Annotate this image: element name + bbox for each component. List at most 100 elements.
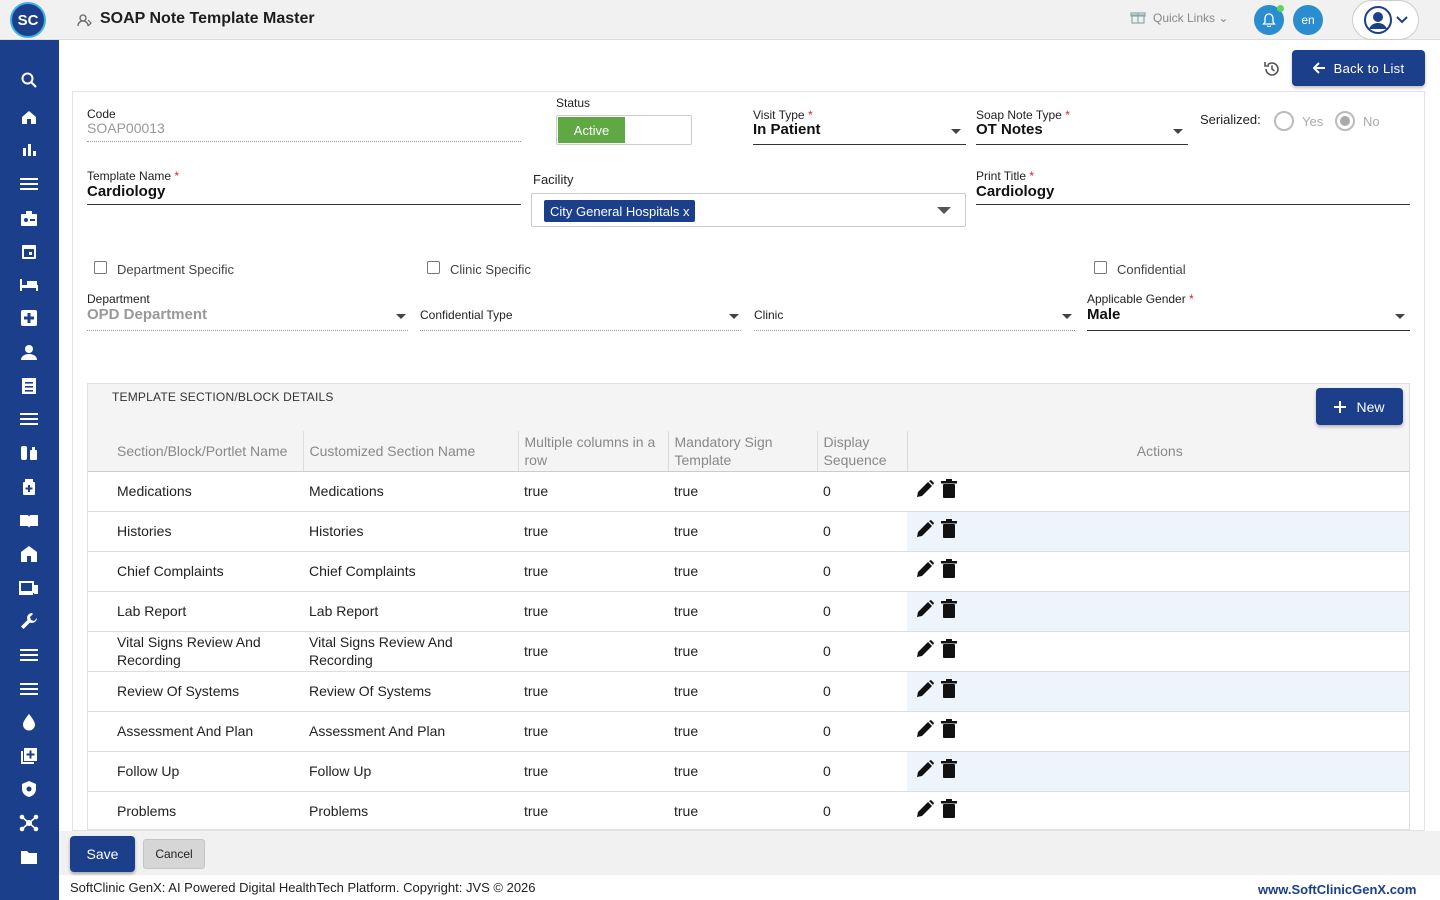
table-cell: true bbox=[518, 471, 668, 512]
medical-cross-icon[interactable] bbox=[18, 307, 40, 329]
edit-icon[interactable] bbox=[915, 719, 935, 743]
code-field: SOAP00013 bbox=[87, 120, 165, 136]
chevron-down-icon[interactable] bbox=[1395, 314, 1405, 319]
delete-icon[interactable] bbox=[941, 679, 957, 703]
bed-icon[interactable] bbox=[18, 274, 40, 296]
column-header[interactable]: Multiple columns in a row bbox=[518, 431, 669, 472]
edit-icon[interactable] bbox=[915, 519, 935, 543]
devices-icon[interactable] bbox=[18, 577, 40, 599]
delete-icon[interactable] bbox=[941, 719, 957, 743]
delete-icon[interactable] bbox=[941, 799, 957, 823]
table-row: Chief Complaints Chief Complaints true true… bbox=[88, 551, 1409, 592]
edit-icon[interactable] bbox=[915, 559, 935, 583]
chevron-down-icon[interactable] bbox=[951, 129, 961, 134]
plus-icon bbox=[1334, 400, 1347, 413]
edit-icon[interactable] bbox=[915, 479, 935, 503]
soap-note-type-select[interactable]: OT Notes bbox=[976, 121, 1043, 138]
edit-icon[interactable] bbox=[915, 639, 935, 663]
chevron-down-icon[interactable] bbox=[729, 314, 739, 319]
table-cell: true bbox=[668, 751, 817, 792]
website-link[interactable]: www.SoftClinicGenX.com bbox=[1258, 882, 1416, 897]
book-icon[interactable] bbox=[18, 510, 40, 532]
building-icon[interactable] bbox=[18, 543, 40, 565]
save-button[interactable]: Save bbox=[70, 836, 135, 872]
status-active-option[interactable]: Active bbox=[558, 117, 625, 143]
chevron-down-icon[interactable] bbox=[396, 314, 406, 319]
template-name-underline bbox=[87, 204, 521, 205]
home-icon[interactable] bbox=[18, 106, 40, 128]
drop-icon[interactable] bbox=[18, 711, 40, 733]
facility-multiselect[interactable]: City General Hospitals x bbox=[531, 193, 966, 227]
network-icon[interactable] bbox=[18, 812, 40, 834]
edit-icon[interactable] bbox=[915, 799, 935, 823]
chevron-down-icon[interactable] bbox=[936, 206, 952, 216]
menu-icon[interactable] bbox=[18, 408, 40, 430]
column-header[interactable]: Customized Section Name bbox=[303, 431, 519, 472]
person-icon[interactable] bbox=[18, 341, 40, 363]
column-header[interactable]: Mandatory Sign Template bbox=[668, 431, 818, 472]
delete-icon[interactable] bbox=[941, 639, 957, 663]
status-toggle[interactable]: Active bbox=[556, 115, 692, 145]
table-cell: true bbox=[518, 631, 668, 672]
edit-icon[interactable] bbox=[915, 759, 935, 783]
back-to-list-button[interactable]: Back to List bbox=[1292, 50, 1425, 86]
template-section-panel: TEMPLATE SECTION/BLOCK DETAILS New Secti… bbox=[87, 383, 1410, 830]
menu-icon[interactable] bbox=[18, 644, 40, 666]
chevron-down-icon[interactable] bbox=[1173, 129, 1183, 134]
bar-chart-icon[interactable] bbox=[18, 139, 40, 161]
medicine-box-icon[interactable] bbox=[18, 476, 40, 498]
search-icon[interactable] bbox=[18, 69, 40, 91]
pharmacy-icon[interactable] bbox=[18, 442, 40, 464]
new-section-button[interactable]: New bbox=[1316, 388, 1403, 425]
shield-icon[interactable] bbox=[18, 778, 40, 800]
visit-type-select[interactable]: In Patient bbox=[753, 121, 821, 138]
delete-icon[interactable] bbox=[941, 759, 957, 783]
gift-icon[interactable] bbox=[1130, 9, 1146, 25]
badge-icon[interactable] bbox=[18, 207, 40, 229]
clinic-select[interactable]: Clinic bbox=[754, 308, 783, 322]
delete-icon[interactable] bbox=[941, 599, 957, 623]
clinic-specific-checkbox[interactable] bbox=[427, 261, 440, 274]
user-menu[interactable] bbox=[1352, 0, 1419, 40]
table-header-row: Section/Block/Portlet Name Customized Se… bbox=[88, 431, 1409, 472]
quick-links-dropdown[interactable]: Quick Links ⌄ bbox=[1153, 11, 1228, 25]
table-cell: Assessment And Plan bbox=[88, 711, 303, 752]
required-marker: * bbox=[174, 169, 180, 183]
menu-icon[interactable] bbox=[18, 678, 40, 700]
print-title-input[interactable]: Cardiology bbox=[976, 183, 1054, 200]
history-icon[interactable] bbox=[1262, 59, 1282, 79]
table-cell: 0 bbox=[817, 471, 907, 512]
delete-icon[interactable] bbox=[941, 559, 957, 583]
serialized-yes-radio[interactable] bbox=[1274, 111, 1294, 131]
row-actions bbox=[907, 711, 1409, 752]
serialized-no-radio[interactable] bbox=[1335, 111, 1355, 131]
table-cell: true bbox=[668, 511, 817, 552]
delete-icon[interactable] bbox=[941, 479, 957, 503]
folder-icon[interactable] bbox=[18, 846, 40, 868]
menu-icon[interactable] bbox=[18, 173, 40, 195]
column-header[interactable]: Display Sequence bbox=[817, 431, 908, 472]
template-name-input[interactable]: Cardiology bbox=[87, 183, 165, 200]
wrench-icon[interactable] bbox=[18, 610, 40, 632]
chevron-down-icon[interactable] bbox=[1062, 314, 1072, 319]
column-header[interactable]: Section/Block/Portlet Name bbox=[88, 431, 304, 472]
edit-icon[interactable] bbox=[915, 599, 935, 623]
confidential-type-select[interactable]: Confidential Type bbox=[420, 308, 513, 322]
document-list-icon[interactable] bbox=[18, 375, 40, 397]
confidential-checkbox[interactable] bbox=[1094, 261, 1107, 274]
calendar-icon[interactable] bbox=[18, 240, 40, 262]
chip-remove-icon[interactable]: x bbox=[683, 204, 690, 219]
avatar-icon bbox=[1363, 6, 1392, 34]
language-button[interactable]: en bbox=[1293, 5, 1323, 35]
department-specific-checkbox[interactable] bbox=[94, 261, 107, 274]
clinic-underline bbox=[754, 330, 1075, 331]
applicable-gender-select[interactable]: Male bbox=[1087, 306, 1120, 323]
facility-chip[interactable]: City General Hospitals x bbox=[544, 200, 696, 222]
cancel-button[interactable]: Cancel bbox=[143, 839, 205, 869]
edit-icon[interactable] bbox=[915, 679, 935, 703]
add-box-icon[interactable] bbox=[18, 745, 40, 767]
back-to-list-label: Back to List bbox=[1333, 60, 1405, 76]
delete-icon[interactable] bbox=[941, 519, 957, 543]
app-logo[interactable]: SC bbox=[10, 2, 46, 38]
department-select[interactable]: OPD Department bbox=[87, 306, 207, 323]
